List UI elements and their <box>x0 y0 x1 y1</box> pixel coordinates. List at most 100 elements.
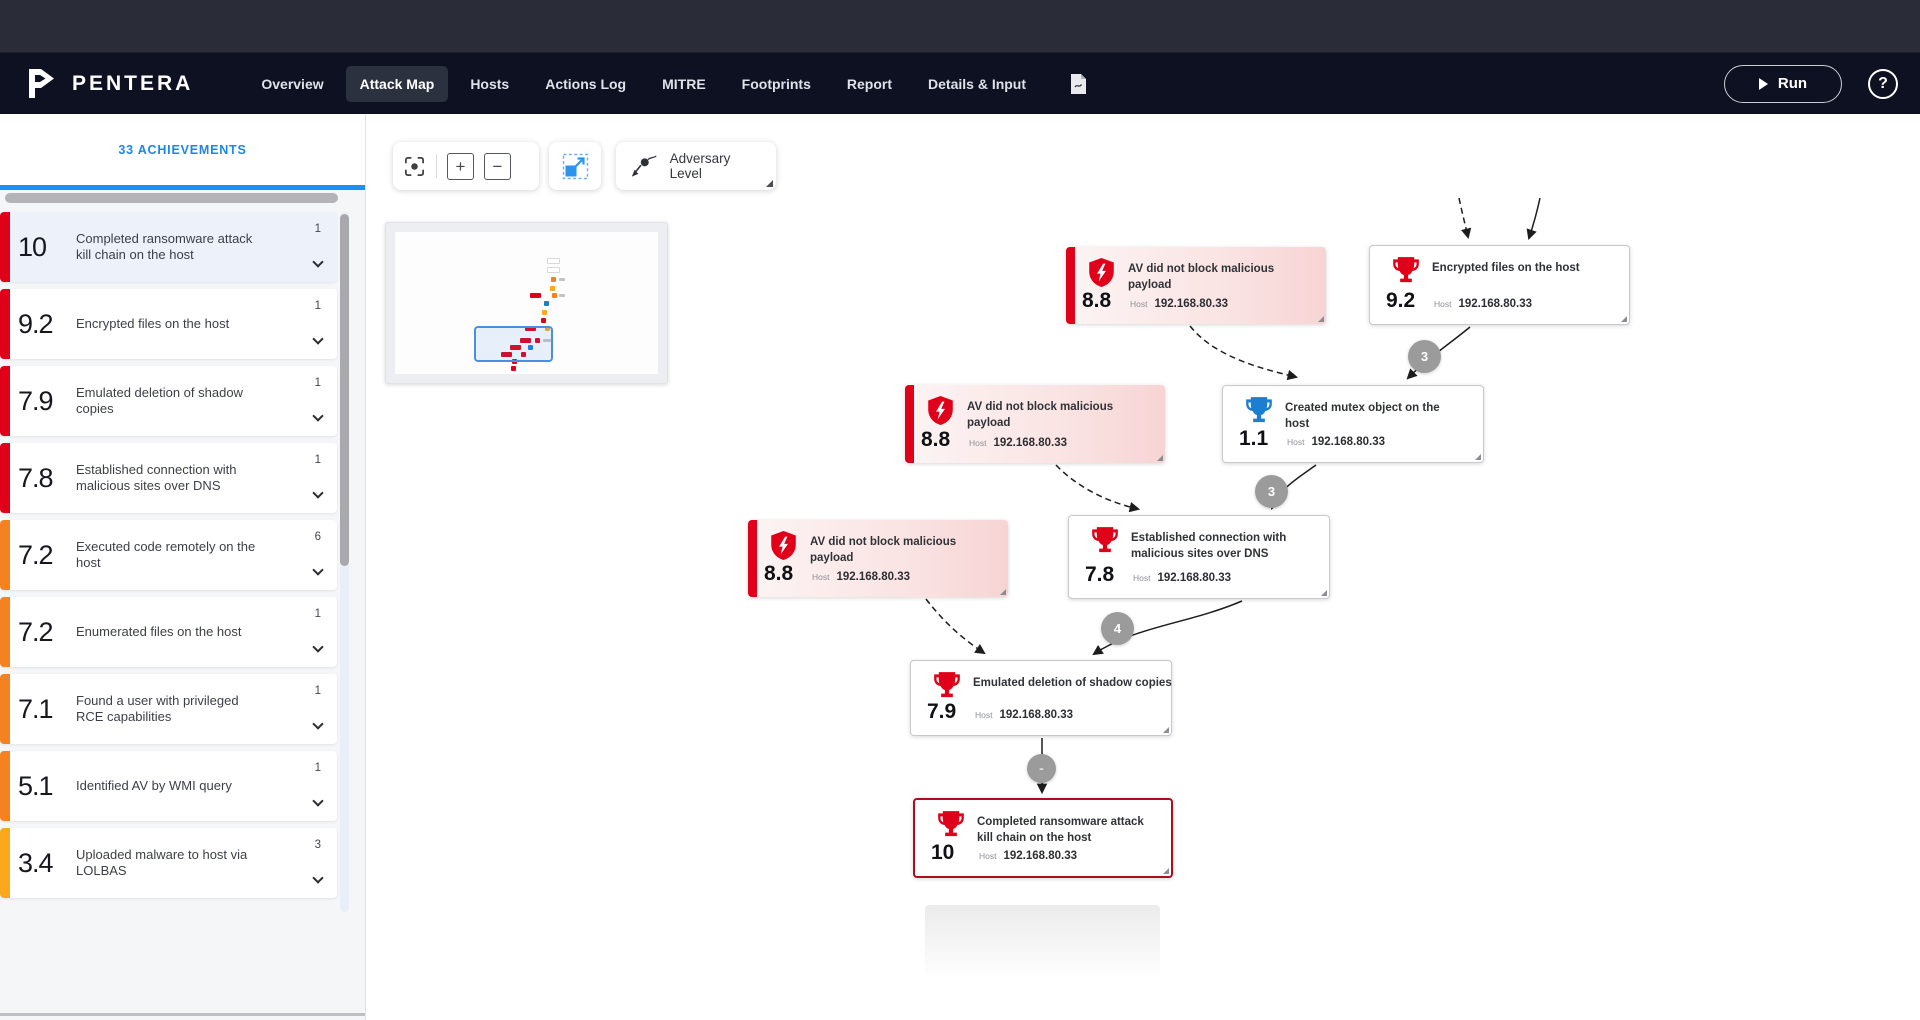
node-score: 1.1 <box>1239 427 1268 451</box>
minimap-inner <box>395 232 658 374</box>
adversary-level-dropdown[interactable]: Adversary Level <box>616 142 776 190</box>
node-score: 9.2 <box>1386 289 1415 313</box>
achievement-item[interactable]: 5.1 Identified AV by WMI query 1 <box>0 751 337 821</box>
severity-bar <box>0 289 10 359</box>
achievement-item[interactable]: 3.4 Uploaded malware to host via LOLBAS … <box>0 828 337 898</box>
zoom-toolbar: + − <box>393 142 539 190</box>
zoom-out-button[interactable]: − <box>484 153 511 180</box>
nav-item-attack-map[interactable]: Attack Map <box>346 66 449 102</box>
nav-item-hosts[interactable]: Hosts <box>456 66 523 102</box>
horizontal-scrollbar[interactable] <box>5 193 338 203</box>
node-resize-handle <box>1318 316 1324 322</box>
node-title: Created mutex object on the host <box>1285 401 1453 432</box>
node-title: AV did not block malicious payload <box>1128 262 1296 293</box>
map-node-av-block-3[interactable]: AV did not block malicious payload 8.8 H… <box>748 520 1008 597</box>
achievement-label: Executed code remotely on the host <box>76 539 268 572</box>
chevron-down-icon[interactable] <box>312 564 323 575</box>
map-node-av-block-1[interactable]: AV did not block malicious payload 8.8 H… <box>1066 247 1326 324</box>
map-node-malicious-dns[interactable]: Established connection with malicious si… <box>1068 515 1330 599</box>
chevron-down-icon[interactable] <box>312 718 323 729</box>
chevron-down-icon[interactable] <box>312 256 323 267</box>
achievement-label: Encrypted files on the host <box>76 316 268 332</box>
map-node-encrypted-files[interactable]: Encrypted files on the host 9.2 Host 192… <box>1369 245 1630 325</box>
achievement-label: Identified AV by WMI query <box>76 778 268 794</box>
map-node-ransomware-kill-chain[interactable]: Completed ransomware attack kill chain o… <box>913 798 1173 878</box>
achievement-count: 3 <box>315 839 321 851</box>
map-node-av-block-2[interactable]: AV did not block malicious payload 8.8 H… <box>905 385 1165 463</box>
achievements-list: 10 Completed ransomware attack kill chai… <box>0 212 366 905</box>
achievement-label: Established connection with malicious si… <box>76 462 268 495</box>
node-host: Host 192.168.80.33 <box>812 571 910 583</box>
minimap-viewport[interactable] <box>474 326 553 362</box>
zoom-in-button[interactable]: + <box>447 153 474 180</box>
minimap-node-dot <box>530 293 541 298</box>
achievements-header: 33 ACHIEVEMENTS <box>0 114 365 185</box>
fit-to-screen-button[interactable] <box>403 155 426 178</box>
browser-chrome-strip <box>0 0 1920 53</box>
minimap-node-dot <box>542 310 547 315</box>
severity-bar <box>0 212 10 282</box>
severity-bar <box>748 520 757 597</box>
severity-bar <box>1066 247 1075 324</box>
chevron-down-icon[interactable] <box>312 641 323 652</box>
fading-node-placeholder <box>925 905 1160 993</box>
collapsed-count-badge[interactable]: 3 <box>1408 340 1441 373</box>
brand-name: PENTERA <box>72 72 193 96</box>
collapsed-count-badge[interactable]: 4 <box>1101 612 1134 645</box>
attack-map-canvas[interactable]: + − Adversary Level <box>366 114 1920 1020</box>
nav-item-overview[interactable]: Overview <box>247 66 337 102</box>
collapsed-count-badge[interactable]: 3 <box>1255 475 1288 508</box>
nav-item-footprints[interactable]: Footprints <box>728 66 825 102</box>
achievement-count: 1 <box>315 762 321 774</box>
pdf-document-icon <box>1070 73 1087 95</box>
node-host: Host 192.168.80.33 <box>1287 436 1385 448</box>
trophy-icon <box>1392 257 1420 289</box>
collapse-badge[interactable]: - <box>1027 754 1056 783</box>
minimap[interactable] <box>385 222 668 384</box>
vertical-scrollbar[interactable] <box>340 214 349 566</box>
map-node-created-mutex[interactable]: Created mutex object on the host 1.1 Hos… <box>1222 385 1484 463</box>
sidebar-bottom-divider <box>0 1013 365 1016</box>
help-icon[interactable]: ? <box>1868 69 1898 99</box>
chevron-down-icon[interactable] <box>312 487 323 498</box>
export-pdf-button[interactable] <box>1070 73 1087 95</box>
nav-item-mitre[interactable]: MITRE <box>648 66 720 102</box>
expand-selection-button[interactable] <box>549 142 601 190</box>
node-title: Encrypted files on the host <box>1432 261 1600 277</box>
play-icon <box>1759 78 1768 90</box>
achievement-item[interactable]: 7.8 Established connection with maliciou… <box>0 443 337 513</box>
achievement-score: 7.8 <box>18 463 70 494</box>
run-button-label: Run <box>1778 75 1807 92</box>
achievements-count-title: 33 ACHIEVEMENTS <box>118 143 246 157</box>
achievement-count: 1 <box>315 377 321 389</box>
pentera-logo[interactable]: PENTERA <box>24 66 193 102</box>
chevron-down-icon[interactable] <box>312 872 323 883</box>
shield-icon <box>1088 258 1115 292</box>
achievement-label: Completed ransomware attack kill chain o… <box>76 231 268 264</box>
minimap-node-dot <box>511 366 516 371</box>
node-resize-handle <box>1163 727 1169 733</box>
chevron-down-icon[interactable] <box>312 795 323 806</box>
chevron-down-icon[interactable] <box>312 333 323 344</box>
nav-item-details-input[interactable]: Details & Input <box>914 66 1040 102</box>
achievement-item[interactable]: 7.2 Executed code remotely on the host 6 <box>0 520 337 590</box>
node-host: Host 192.168.80.33 <box>975 709 1073 721</box>
achievement-item[interactable]: 7.1 Found a user with privileged RCE cap… <box>0 674 337 744</box>
achievement-score: 7.1 <box>18 694 70 725</box>
chevron-down-icon[interactable] <box>312 410 323 421</box>
node-score: 8.8 <box>921 428 950 452</box>
nav-menu: Overview Attack Map Hosts Actions Log MI… <box>247 66 1087 102</box>
achievement-item[interactable]: 10 Completed ransomware attack kill chai… <box>0 212 337 282</box>
achievement-item[interactable]: 7.2 Enumerated files on the host 1 <box>0 597 337 667</box>
node-title: Emulated deletion of shadow copies <box>973 676 1173 692</box>
nav-item-actions-log[interactable]: Actions Log <box>531 66 640 102</box>
achievement-item[interactable]: 7.9 Emulated deletion of shadow copies 1 <box>0 366 337 436</box>
map-node-shadow-copies[interactable]: Emulated deletion of shadow copies 7.9 H… <box>910 660 1172 736</box>
adversary-level-label: Adversary Level <box>670 151 762 181</box>
node-score: 8.8 <box>764 562 793 586</box>
run-button[interactable]: Run <box>1724 65 1842 103</box>
trophy-icon <box>937 811 965 843</box>
toolbar-divider <box>436 154 437 178</box>
achievement-item[interactable]: 9.2 Encrypted files on the host 1 <box>0 289 337 359</box>
nav-item-report[interactable]: Report <box>833 66 906 102</box>
